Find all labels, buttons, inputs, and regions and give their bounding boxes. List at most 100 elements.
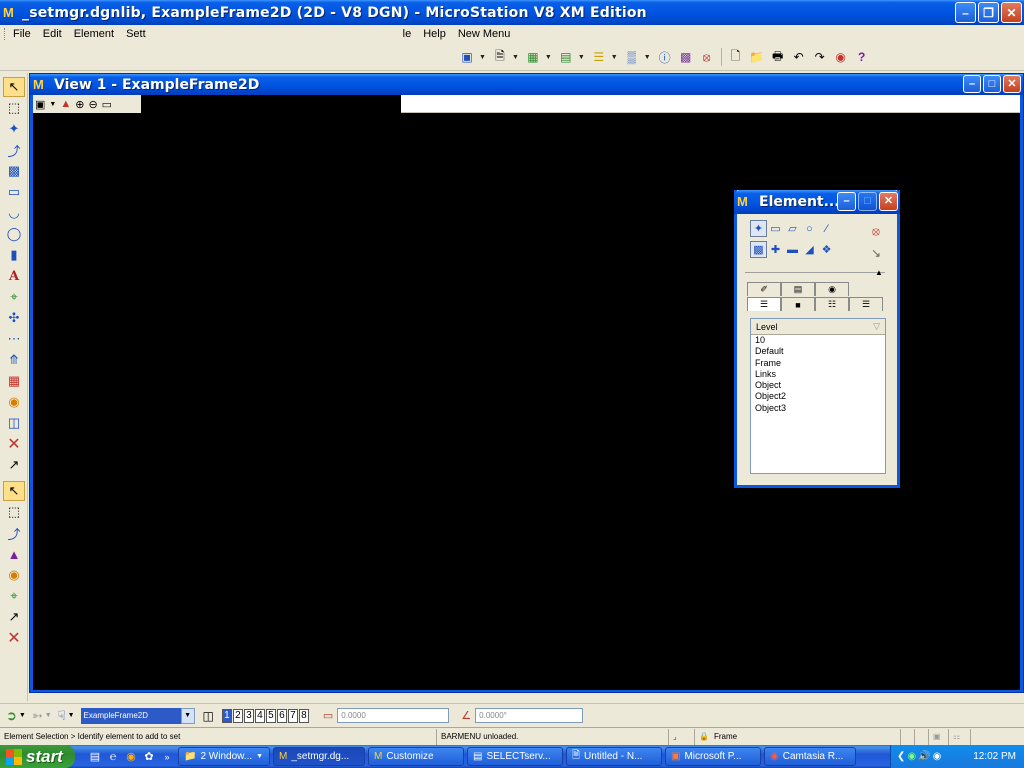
update-view-icon[interactable]: ▲: [60, 98, 71, 110]
view-title-bar[interactable]: M View 1 - ExampleFrame2D – □ ✕: [30, 74, 1023, 95]
scale-tool-icon[interactable]: ↗: [3, 607, 25, 627]
menu-help[interactable]: Help: [417, 28, 452, 40]
view-button-3[interactable]: 3: [243, 708, 254, 723]
arc-icon[interactable]: ◡: [3, 203, 25, 223]
start-button[interactable]: start: [0, 745, 75, 768]
circle-icon[interactable]: ◯: [3, 224, 25, 244]
invert-selection-icon[interactable]: ◢: [801, 241, 818, 258]
grid-icon[interactable]: ▩: [677, 48, 695, 66]
list-item[interactable]: Frame: [751, 358, 885, 369]
level-list-header[interactable]: Level ▽: [751, 319, 885, 335]
model-dropdown-icon[interactable]: ▼: [479, 54, 486, 61]
menu-utilities-partial[interactable]: le: [397, 28, 418, 40]
tab-style-icon[interactable]: ☷: [815, 297, 849, 311]
show-desktop-icon[interactable]: ▤: [87, 749, 103, 765]
view-close-button[interactable]: ✕: [1003, 75, 1021, 93]
new-selection-icon[interactable]: ▩: [750, 241, 767, 258]
angle-field[interactable]: 0.0000°: [475, 708, 584, 723]
menu-settings[interactable]: Sett: [120, 28, 152, 40]
clear-selection-icon[interactable]: ⦻: [867, 222, 885, 240]
element-dialog-title-bar[interactable]: M Element... – □ ✕: [734, 190, 900, 214]
reference-dropdown-icon[interactable]: ▼: [512, 54, 519, 61]
minimize-button[interactable]: –: [955, 2, 976, 23]
undo-icon[interactable]: ↶: [790, 48, 808, 66]
zoom-in-icon[interactable]: ⊕: [75, 98, 84, 111]
saved-view-icon[interactable]: ▒: [623, 48, 641, 66]
place-point-icon[interactable]: ✦: [3, 119, 25, 139]
subtract-selection-icon[interactable]: ▬: [784, 241, 801, 258]
fence-icon[interactable]: ⬚: [3, 98, 25, 118]
view-minimize-button[interactable]: –: [963, 75, 981, 93]
model-selector-dropdown-icon[interactable]: ▼: [180, 707, 195, 724]
fence-stretch-icon[interactable]: ↗: [3, 455, 25, 475]
attribute-tool-icon[interactable]: ◉: [3, 565, 25, 585]
level-manager-icon[interactable]: ▤: [557, 48, 575, 66]
select-all-icon[interactable]: ❖: [818, 241, 835, 258]
change-attributes-icon[interactable]: ◉: [3, 392, 25, 412]
level-dropdown-icon[interactable]: ▼: [578, 54, 585, 61]
array-icon[interactable]: ⋯: [3, 329, 25, 349]
tab-class-icon[interactable]: ◉: [815, 282, 849, 296]
clock[interactable]: 12:02 PM: [973, 751, 1016, 762]
list-item[interactable]: Links: [751, 369, 885, 380]
back-icon[interactable]: ➲: [6, 708, 17, 724]
wireless-icon[interactable]: ◉: [933, 751, 942, 762]
model-icon[interactable]: ▣: [458, 48, 476, 66]
reference-icon[interactable]: 🗎: [491, 48, 509, 66]
model-selector[interactable]: ExampleFrame2D: [80, 707, 181, 724]
text-icon[interactable]: A: [3, 266, 25, 286]
element-dialog-minimize-button[interactable]: –: [837, 192, 856, 211]
individual-select-icon[interactable]: ✦: [750, 220, 767, 237]
print-icon[interactable]: 🖶: [769, 48, 787, 66]
view-button-8[interactable]: 8: [298, 708, 309, 723]
view-attributes-icon[interactable]: ▣: [35, 98, 45, 111]
cell-icon[interactable]: ▮: [3, 245, 25, 265]
zoom-out-icon[interactable]: ⊖: [88, 98, 97, 111]
list-item[interactable]: Object2: [751, 391, 885, 402]
element-dialog-icon[interactable]: M: [737, 194, 753, 210]
outlook-icon[interactable]: ◉: [123, 749, 139, 765]
element-dialog-close-button[interactable]: ✕: [879, 192, 898, 211]
view-button-6[interactable]: 6: [276, 708, 287, 723]
view-app-icon[interactable]: M: [33, 77, 49, 93]
raster-dropdown-icon[interactable]: ▼: [545, 54, 552, 61]
new-file-icon[interactable]: 🗋: [727, 48, 745, 66]
bentley-icon[interactable]: ◉: [832, 48, 850, 66]
design-file-changed-icon[interactable]: ▣: [928, 728, 948, 745]
menu-file[interactable]: File: [7, 28, 37, 40]
microstation-app-icon[interactable]: M: [3, 5, 19, 21]
menu-element[interactable]: Element: [68, 28, 120, 40]
level-display-icon[interactable]: ☰: [590, 48, 608, 66]
pattern-icon[interactable]: ▩: [3, 161, 25, 181]
copy-icon[interactable]: ✣: [3, 308, 25, 328]
raster-icon[interactable]: ▦: [524, 48, 542, 66]
navigate-dropdown-icon[interactable]: ▼: [68, 712, 75, 719]
view-maximize-button[interactable]: □: [983, 75, 1001, 93]
task-button-notepad[interactable]: 🗎 Untitled - N...: [566, 747, 662, 766]
add-selection-icon[interactable]: ✚: [767, 241, 784, 258]
close-button[interactable]: ✕: [1001, 2, 1022, 23]
task-button-customize[interactable]: M Customize: [368, 747, 464, 766]
delete-icon[interactable]: ✕: [3, 434, 25, 454]
window-area-icon[interactable]: ▭: [102, 98, 112, 111]
saved-view-dropdown-icon[interactable]: ▼: [644, 54, 651, 61]
view-groups-icon[interactable]: ◫: [203, 709, 214, 723]
line-select-icon[interactable]: ∕: [818, 220, 835, 237]
rectangle-icon[interactable]: ▭: [3, 182, 25, 202]
delete-tool-icon[interactable]: ✕: [3, 628, 25, 648]
tray-expand-icon[interactable]: ❮: [897, 751, 905, 762]
task-button-powerpoint[interactable]: ▣ Microsoft P...: [665, 747, 761, 766]
quick-launch-more-icon[interactable]: »: [159, 749, 175, 765]
tab-color-icon[interactable]: ■: [781, 297, 815, 311]
place-tool-icon[interactable]: ▲: [3, 544, 25, 564]
task-button-microstation[interactable]: M _setmgr.dg...: [273, 747, 365, 766]
task-button-selectserver[interactable]: ▤ SELECTserv...: [467, 747, 563, 766]
modify-icon[interactable]: ▦: [3, 371, 25, 391]
lock-icon[interactable]: 🔒: [694, 728, 710, 745]
restore-button[interactable]: ❐: [978, 2, 999, 23]
measure-icon[interactable]: ⤴: [3, 140, 25, 160]
help-icon[interactable]: ?: [853, 48, 871, 66]
shape-select-icon[interactable]: ▱: [784, 220, 801, 237]
select-arrow-icon[interactable]: ↖: [3, 481, 25, 501]
collapse-arrow-icon[interactable]: ▲: [875, 268, 883, 277]
